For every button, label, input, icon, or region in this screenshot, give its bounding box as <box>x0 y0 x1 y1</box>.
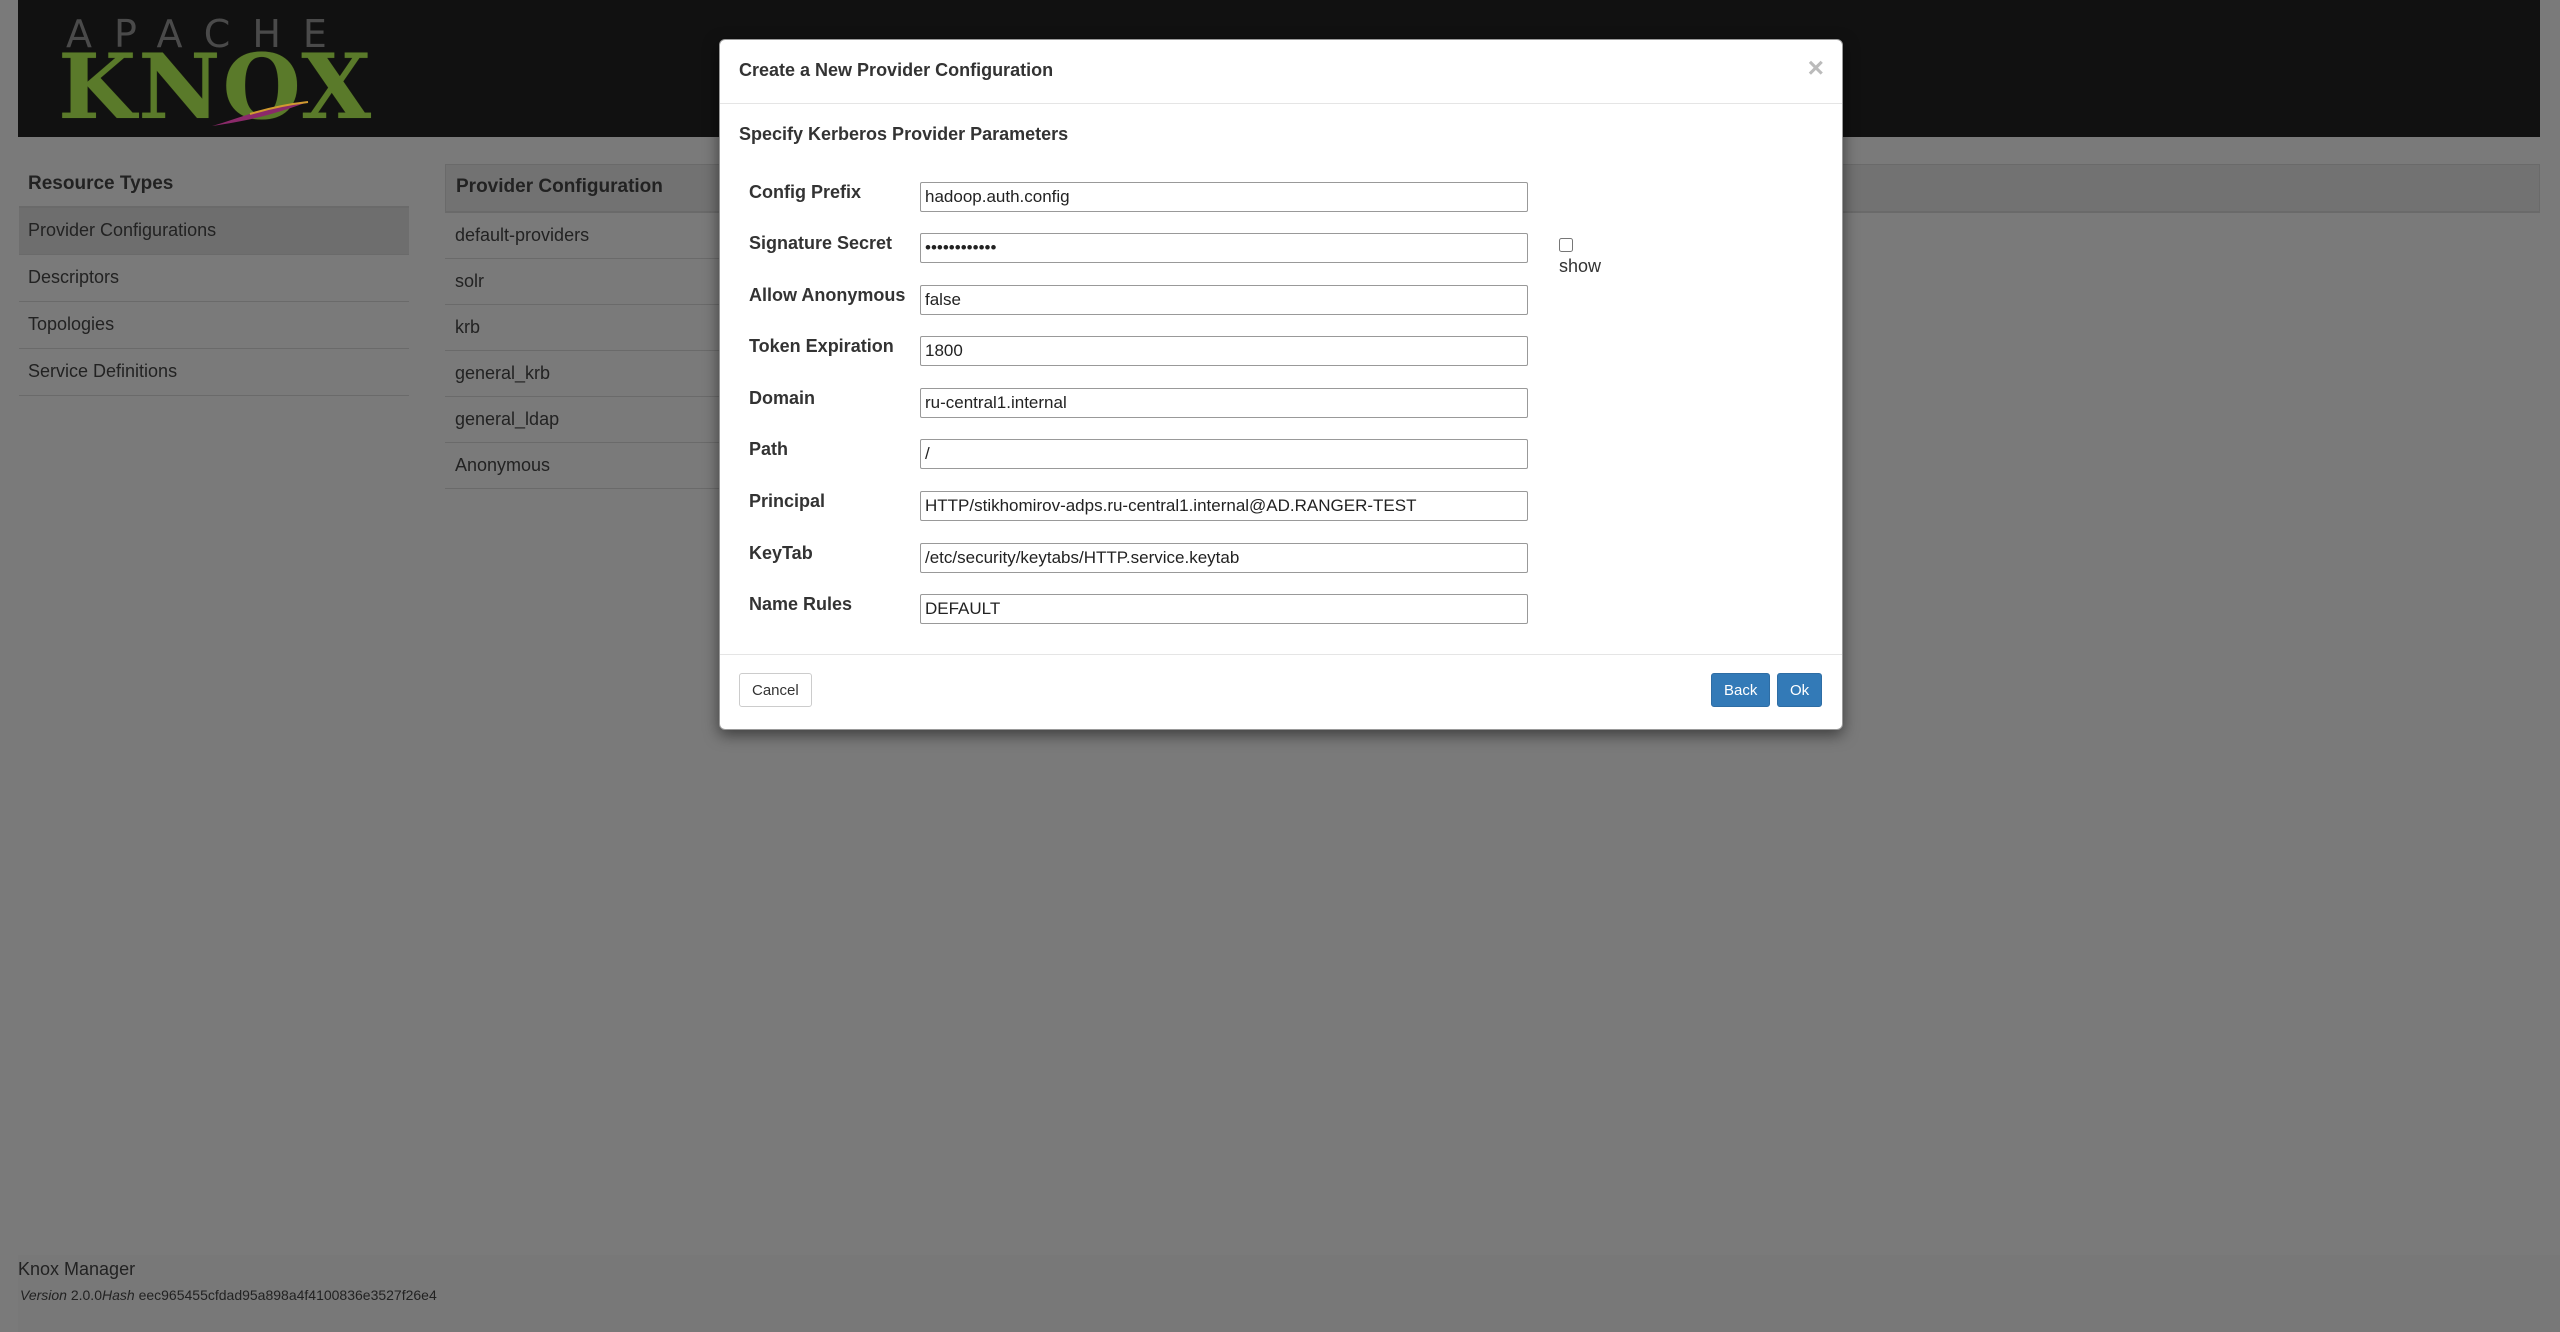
hash-value: eec965455cfdad95a898a4f4100836e3527f26e4 <box>138 1287 437 1303</box>
show-secret-checkbox[interactable] <box>1559 238 1573 252</box>
allow-anonymous-label: Allow Anonymous <box>749 285 906 305</box>
create-provider-config-modal: Create a New Provider Configuration × Sp… <box>719 39 1843 730</box>
modal-footer: Cancel Back Ok <box>720 654 1842 730</box>
keytab-input[interactable] <box>920 543 1528 573</box>
signature-secret-input[interactable] <box>920 233 1528 263</box>
name-rules-label: Name Rules <box>749 594 853 614</box>
principal-input[interactable] <box>920 491 1528 521</box>
provider-item[interactable]: general_ldap <box>445 397 725 443</box>
path-input[interactable] <box>920 439 1528 469</box>
version-label: Version <box>20 1287 67 1303</box>
hash-label: Hash <box>101 1287 135 1303</box>
ok-button[interactable]: Ok <box>1777 673 1823 707</box>
modal-title: Create a New Provider Configuration <box>739 60 1054 80</box>
token-expiration-input[interactable] <box>920 336 1528 366</box>
cancel-button[interactable]: Cancel <box>739 673 812 707</box>
resource-types-title: Resource Types <box>19 164 409 208</box>
provider-item[interactable]: solr <box>445 259 725 305</box>
config-prefix-input[interactable] <box>920 182 1528 212</box>
modal-header: Create a New Provider Configuration × <box>720 40 1842 104</box>
nav-item-descriptors[interactable]: Descriptors <box>19 255 409 302</box>
signature-secret-label: Signature Secret <box>749 233 893 253</box>
allow-anonymous-input[interactable] <box>920 285 1528 315</box>
show-secret-label: show <box>1559 256 1602 276</box>
nav-item-provider-configurations[interactable]: Provider Configurations <box>19 208 409 255</box>
config-prefix-label: Config Prefix <box>749 182 862 202</box>
apache-knox-logo: APACHE KNOX <box>40 8 371 132</box>
provider-item[interactable]: Anonymous <box>445 443 725 489</box>
resource-types-nav: Resource Types Provider Configurations D… <box>19 164 409 396</box>
provider-item[interactable]: krb <box>445 305 725 351</box>
nav-item-topologies[interactable]: Topologies <box>19 302 409 349</box>
nav-item-service-definitions[interactable]: Service Definitions <box>19 349 409 396</box>
keytab-label: KeyTab <box>749 543 813 563</box>
provider-item[interactable]: general_krb <box>445 351 725 397</box>
path-label: Path <box>749 439 789 459</box>
app-footer: Knox Manager Version 2.0.0Hash eec965455… <box>18 1255 2560 1332</box>
modal-subtitle: Specify Kerberos Provider Parameters <box>739 124 1069 144</box>
domain-input[interactable] <box>920 388 1528 418</box>
show-secret-toggle: show <box>1559 235 1601 277</box>
footer-version-info: Version 2.0.0Hash eec965455cfdad95a898a4… <box>20 1287 437 1303</box>
token-expiration-label: Token Expiration <box>749 336 894 356</box>
provider-configuration-title: Provider Configuration <box>456 176 663 197</box>
provider-item[interactable]: default-providers <box>445 213 725 259</box>
name-rules-input[interactable] <box>920 594 1528 624</box>
domain-label: Domain <box>749 388 816 408</box>
version-number: 2.0.0 <box>70 1287 102 1303</box>
back-button[interactable]: Back <box>1711 673 1771 707</box>
apache-feather-icon <box>212 101 309 126</box>
close-icon[interactable]: × <box>1808 54 1824 82</box>
principal-label: Principal <box>749 491 826 511</box>
footer-app-name: Knox Manager <box>18 1259 136 1279</box>
